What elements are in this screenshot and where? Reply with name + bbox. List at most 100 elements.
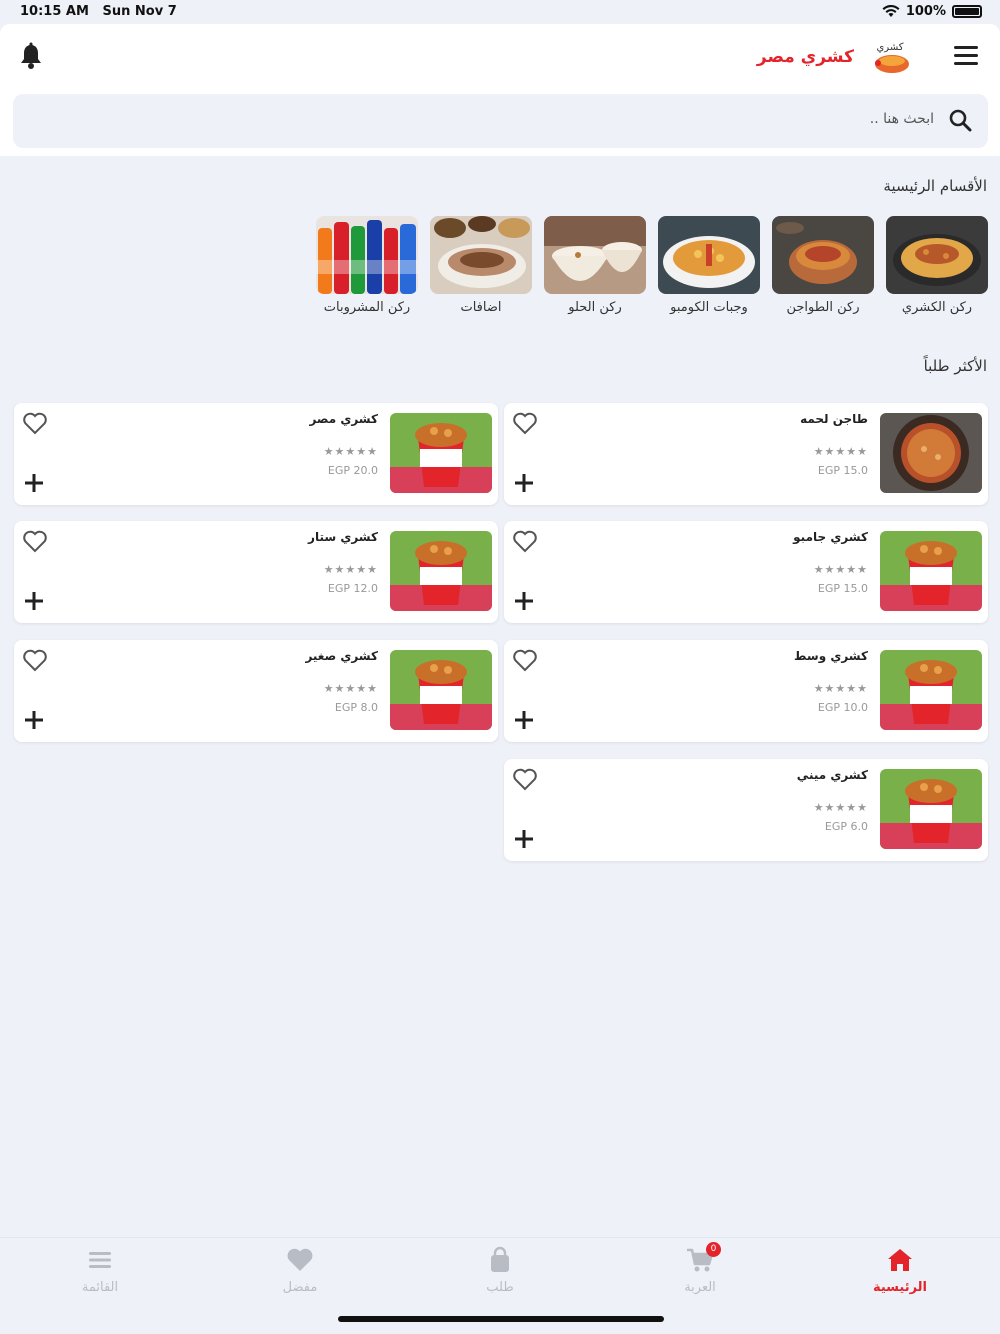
category-sides[interactable]: اضافات	[430, 216, 532, 315]
list-icon	[89, 1252, 111, 1268]
product-image	[880, 769, 982, 849]
svg-text:كشري: كشري	[876, 42, 903, 53]
product-name: كشري وسط	[794, 649, 868, 663]
add-to-cart-plus-icon[interactable]	[24, 591, 44, 611]
status-bar: 10:15 AM Sun Nov 7 100%	[0, 0, 1000, 24]
favorite-heart-icon[interactable]	[22, 411, 48, 435]
categories-row: ركن الكشري ركن الطواجن وجبات الكومبو ركن…	[316, 216, 988, 315]
product-rating: ★★★★★	[813, 682, 868, 695]
product-card[interactable]: كشري جامبو ★★★★★ EGP 15.0	[504, 521, 988, 623]
product-price: EGP 20.0	[327, 464, 378, 477]
brand: كشري كشري مصر	[757, 38, 912, 76]
tab-cart[interactable]: 0 العربة	[640, 1242, 760, 1295]
tab-home[interactable]: الرئيسية	[840, 1246, 960, 1295]
tab-label: الرئيسية	[872, 1280, 928, 1295]
status-time: 10:15 AM Sun Nov 7	[20, 4, 177, 19]
product-rating: ★★★★★	[323, 445, 378, 458]
home-indicator[interactable]	[338, 1316, 664, 1322]
product-card[interactable]: طاجن لحمه ★★★★★ EGP 15.0	[504, 403, 988, 505]
cart-badge: 0	[706, 1242, 721, 1257]
product-name: طاجن لحمه	[800, 412, 868, 426]
top-bar: كشري كشري مصر ابحث هنا ..	[0, 24, 1000, 156]
product-image	[390, 650, 492, 730]
wifi-icon	[882, 5, 900, 17]
category-desserts[interactable]: ركن الحلو	[544, 216, 646, 315]
category-image	[544, 216, 646, 294]
add-to-cart-plus-icon[interactable]	[514, 710, 534, 730]
add-to-cart-plus-icon[interactable]	[514, 473, 534, 493]
heart-icon	[287, 1248, 313, 1271]
tab-label: العربة	[684, 1280, 716, 1295]
category-label: ركن الطواجن	[786, 300, 860, 315]
category-image	[772, 216, 874, 294]
favorite-heart-icon[interactable]	[512, 767, 538, 791]
add-to-cart-plus-icon[interactable]	[514, 591, 534, 611]
product-image	[390, 531, 492, 611]
favorite-heart-icon[interactable]	[512, 648, 538, 672]
product-rating: ★★★★★	[813, 801, 868, 814]
product-name: كشري صغير	[305, 649, 378, 663]
tab-label: القائمة	[81, 1280, 119, 1295]
bell-icon[interactable]	[18, 42, 44, 70]
battery-icon	[952, 5, 982, 18]
product-name: كشري ستار	[308, 530, 378, 544]
product-card[interactable]: كشري ميني ★★★★★ EGP 6.0	[504, 759, 988, 861]
favorite-heart-icon[interactable]	[22, 648, 48, 672]
tab-label: طلب	[486, 1280, 514, 1295]
hamburger-menu-icon[interactable]	[954, 46, 978, 66]
tab-menu[interactable]: القائمة	[40, 1246, 160, 1295]
add-to-cart-plus-icon[interactable]	[24, 473, 44, 493]
product-card[interactable]: كشري وسط ★★★★★ EGP 10.0	[504, 640, 988, 742]
product-name: كشري جامبو	[793, 530, 868, 544]
product-image	[880, 531, 982, 611]
product-price: EGP 8.0	[334, 701, 378, 714]
product-image	[880, 650, 982, 730]
brand-logo: كشري	[868, 38, 912, 76]
category-label: اضافات	[460, 300, 502, 315]
category-label: ركن الحلو	[568, 300, 622, 315]
product-rating: ★★★★★	[813, 563, 868, 576]
categories-title: الأقسام الرئيسية	[883, 177, 987, 195]
category-drinks[interactable]: ركن المشروبات	[316, 216, 418, 315]
product-rating: ★★★★★	[813, 445, 868, 458]
search-bar[interactable]: ابحث هنا ..	[13, 94, 988, 148]
product-price: EGP 15.0	[817, 464, 868, 477]
battery-percent: 100%	[905, 4, 946, 19]
favorite-heart-icon[interactable]	[22, 529, 48, 553]
category-image	[430, 216, 532, 294]
category-image	[658, 216, 760, 294]
product-rating: ★★★★★	[323, 563, 378, 576]
category-image	[316, 216, 418, 294]
add-to-cart-plus-icon[interactable]	[24, 710, 44, 730]
popular-title: الأكثر طلباً	[923, 357, 987, 375]
search-placeholder: ابحث هنا ..	[869, 111, 934, 127]
product-price: EGP 15.0	[817, 582, 868, 595]
product-price: EGP 6.0	[824, 820, 868, 833]
tab-label: مفضل	[282, 1280, 318, 1295]
category-label: ركن الكشري	[901, 300, 973, 315]
product-price: EGP 10.0	[817, 701, 868, 714]
search-icon	[949, 109, 972, 132]
category-tagines[interactable]: ركن الطواجن	[772, 216, 874, 315]
product-image	[390, 413, 492, 493]
product-card[interactable]: كشري صغير ★★★★★ EGP 8.0	[14, 640, 498, 742]
status-right: 100%	[882, 4, 982, 19]
product-image	[880, 413, 982, 493]
tab-order[interactable]: طلب	[440, 1246, 560, 1295]
category-koshary[interactable]: ركن الكشري	[886, 216, 988, 315]
product-price: EGP 12.0	[327, 582, 378, 595]
product-name: كشري مصر	[309, 412, 378, 426]
product-card[interactable]: كشري مصر ★★★★★ EGP 20.0	[14, 403, 498, 505]
favorite-heart-icon[interactable]	[512, 411, 538, 435]
tab-favorites[interactable]: مفضل	[240, 1246, 360, 1295]
bag-icon	[491, 1246, 509, 1272]
category-label: وجبات الكومبو	[670, 300, 748, 315]
product-card[interactable]: كشري ستار ★★★★★ EGP 12.0	[14, 521, 498, 623]
add-to-cart-plus-icon[interactable]	[514, 829, 534, 849]
favorite-heart-icon[interactable]	[512, 529, 538, 553]
home-icon	[888, 1249, 912, 1271]
product-rating: ★★★★★	[323, 682, 378, 695]
category-combo[interactable]: وجبات الكومبو	[658, 216, 760, 315]
brand-name: كشري مصر	[756, 47, 854, 67]
category-label: ركن المشروبات	[323, 300, 411, 315]
